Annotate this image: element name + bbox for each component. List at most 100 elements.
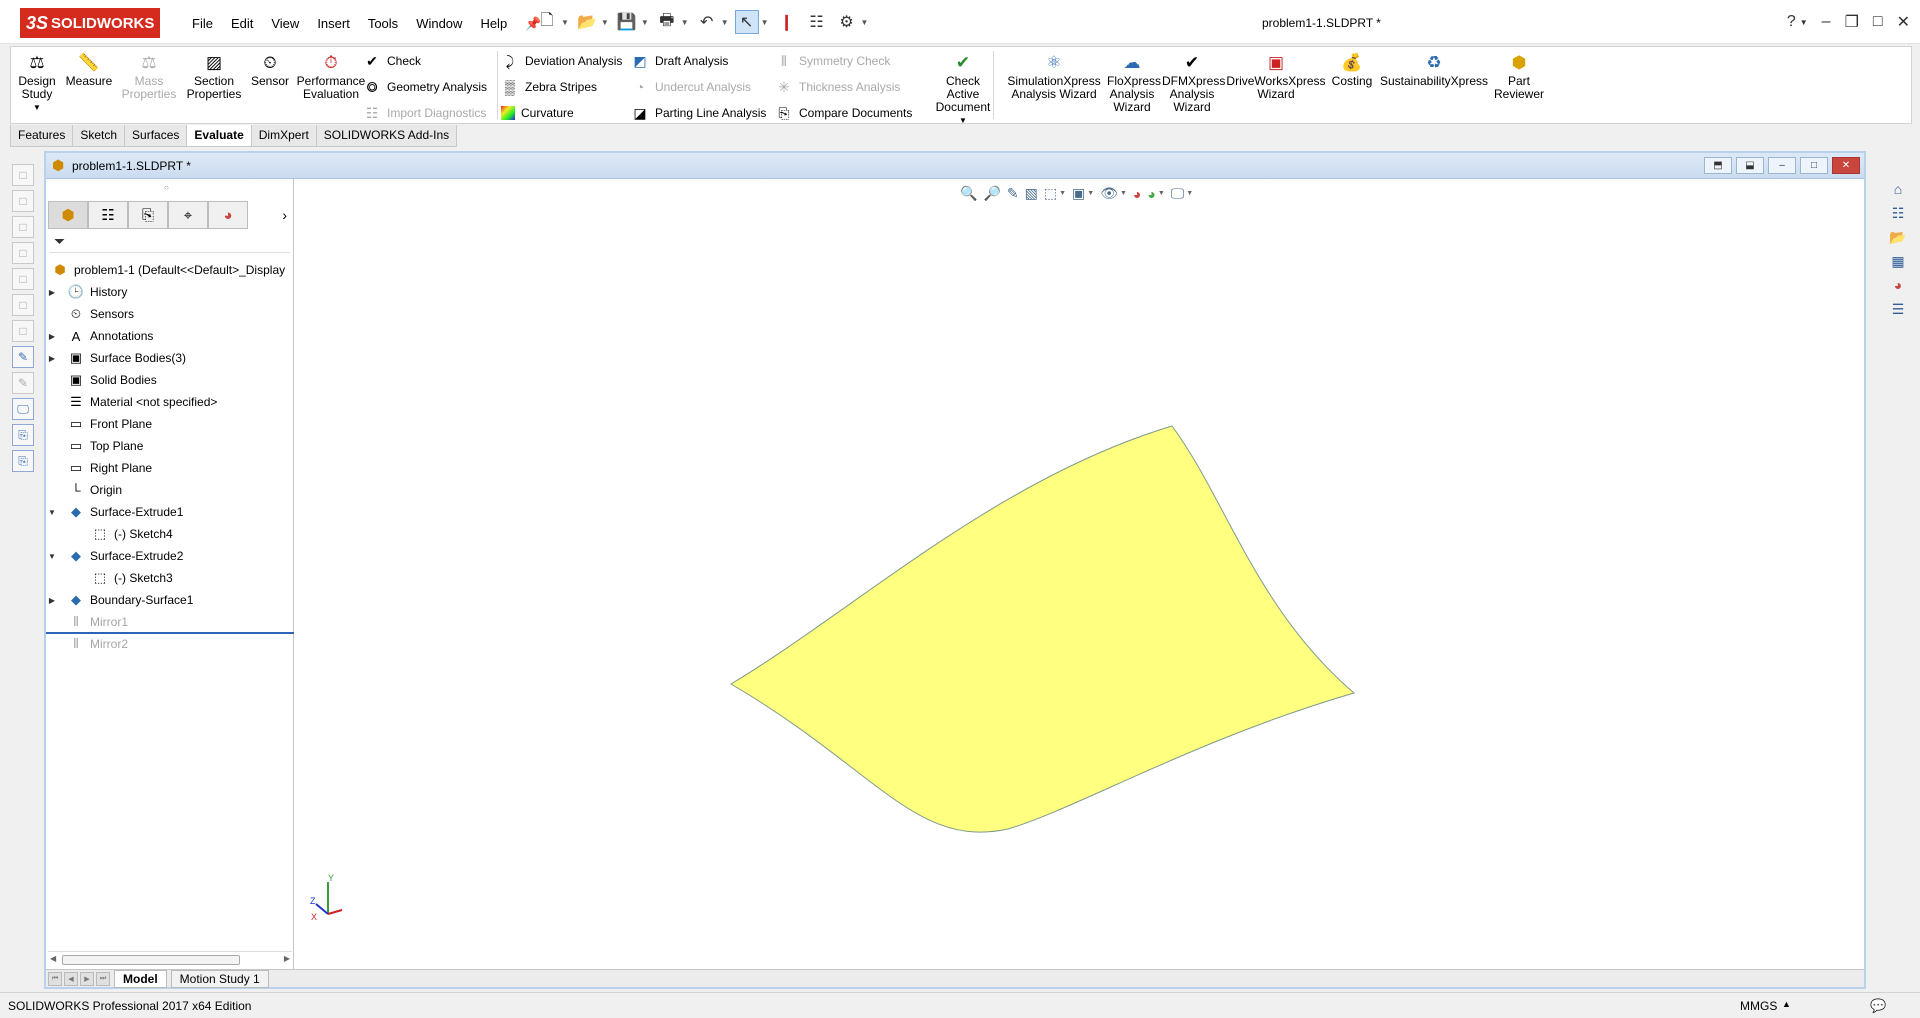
scrollbar-thumb[interactable]	[62, 955, 240, 965]
rollback-bar[interactable]	[46, 632, 294, 634]
undercut-analysis-button[interactable]: ◔ Undercut Analysis	[631, 76, 751, 98]
tree-item-right-plane[interactable]: ▭ Right Plane	[46, 457, 294, 479]
tree-item-material[interactable]: ☰ Material <not specified>	[46, 391, 294, 413]
chevron-right-icon[interactable]: ›	[282, 207, 287, 223]
import-diagnostics-button[interactable]: ☷ Import Diagnostics	[363, 102, 487, 124]
sustainabilityxpress-button[interactable]: ♻ SustainabilityXpress	[1379, 51, 1489, 88]
view-icon[interactable]: □	[12, 242, 34, 264]
file-explorer-icon[interactable]: 📂	[1887, 226, 1909, 248]
view-icon[interactable]: □	[12, 268, 34, 290]
tree-item-annotations[interactable]: ▶ A Annotations	[46, 325, 294, 347]
draft-analysis-button[interactable]: ◩ Draft Analysis	[631, 50, 728, 72]
simulationxpress-button[interactable]: ⚛ SimulationXpress Analysis Wizard	[999, 51, 1109, 101]
units-dropdown-icon[interactable]: ▲	[1782, 999, 1791, 1009]
open-icon[interactable]: 📂	[575, 10, 599, 34]
sketch-tool-icon[interactable]: ✎	[12, 346, 34, 368]
home-icon[interactable]: ⌂	[1887, 178, 1909, 200]
tooltip-icon[interactable]: 💬	[1870, 998, 1886, 1014]
display-icon[interactable]: 🖵	[12, 398, 34, 420]
expand-icon[interactable]: ▶	[46, 354, 58, 363]
tree-item-mirror1[interactable]: ⫴ Mirror1	[46, 611, 294, 633]
view-icon[interactable]: □	[12, 216, 34, 238]
part-reviewer-button[interactable]: ⬢ Part Reviewer	[1489, 51, 1549, 101]
costing-button[interactable]: 💰 Costing	[1327, 51, 1377, 88]
view-icon[interactable]: □	[12, 320, 34, 342]
design-library-icon[interactable]: ☷	[1887, 202, 1909, 224]
thickness-analysis-button[interactable]: ✳ Thickness Analysis	[775, 76, 900, 98]
expand-icon[interactable]: ▶	[46, 332, 58, 341]
sensor-button[interactable]: ⏲ Sensor	[249, 51, 291, 88]
save-dropdown-icon[interactable]: ▼	[641, 18, 649, 27]
tree-item-surface-bodies[interactable]: ▶ ▣ Surface Bodies(3)	[46, 347, 294, 369]
tab-dimxpert[interactable]: DimXpert	[250, 125, 317, 147]
check-button[interactable]: ✔ Check	[363, 50, 421, 72]
options-dropdown-icon[interactable]: ▼	[861, 18, 869, 27]
tree-item-front-plane[interactable]: ▭ Front Plane	[46, 413, 294, 435]
tab-surfaces[interactable]: Surfaces	[124, 125, 188, 147]
tree-item-boundary-surface1[interactable]: ▶ ◆ Boundary-Surface1	[46, 589, 294, 611]
splitter-handle-icon[interactable]: ○	[164, 183, 169, 192]
tree-item-surface-extrude1[interactable]: ▼ ◆ Surface-Extrude1	[46, 501, 294, 523]
mass-properties-button[interactable]: ⚖ Mass Properties	[119, 51, 179, 101]
view-icon[interactable]: □	[12, 190, 34, 212]
tree-item-solid-bodies[interactable]: ▣ Solid Bodies	[46, 369, 294, 391]
scroll-right-icon[interactable]: ▶	[284, 954, 290, 963]
open-dropdown-icon[interactable]: ▼	[601, 18, 609, 27]
deviation-analysis-button[interactable]: ⤸ Deviation Analysis	[501, 50, 623, 72]
tree-item-surface-extrude2[interactable]: ▼ ◆ Surface-Extrude2	[46, 545, 294, 567]
custom-properties-icon[interactable]: ☰	[1887, 298, 1909, 320]
expand-icon[interactable]: ▶	[46, 288, 58, 297]
maximize-icon[interactable]: □	[1873, 13, 1883, 31]
tab-motion-study-1[interactable]: Motion Study 1	[170, 969, 269, 988]
dimxpertmanager-tab-icon[interactable]: ⌖	[168, 201, 208, 229]
tree-root[interactable]: ⬢ problem1-1 (Default<<Default>_Display	[46, 259, 294, 281]
tree-item-origin[interactable]: └ Origin	[46, 479, 294, 501]
tab-evaluate[interactable]: Evaluate	[186, 125, 252, 147]
new-dropdown-icon[interactable]: ▼	[561, 18, 569, 27]
featuremanager-tab-icon[interactable]: ⬢	[48, 201, 88, 229]
expand-icon[interactable]: ▶	[46, 596, 58, 605]
curvature-button[interactable]: Curvature	[501, 102, 574, 124]
tree-item-sketch4[interactable]: ⬚ (-) Sketch4	[46, 523, 294, 545]
select-icon[interactable]: ↖	[734, 10, 759, 34]
configurationmanager-tab-icon[interactable]: ⎘	[128, 201, 168, 229]
new-document-icon[interactable]: 🗋	[535, 10, 559, 34]
design-study-button[interactable]: ⚖ Design Study ▼	[15, 51, 59, 114]
tree-item-sensors[interactable]: ⏲ Sensors	[46, 303, 294, 325]
view-icon[interactable]: □	[12, 294, 34, 316]
print-icon[interactable]: 🖶	[655, 10, 679, 34]
copy-icon[interactable]: ⎘	[12, 424, 34, 446]
tab-sketch[interactable]: Sketch	[72, 125, 126, 147]
minimize-icon[interactable]: –	[1768, 157, 1796, 174]
solidworks-logo[interactable]: 3S SOLIDWORKS	[20, 8, 160, 38]
minimize-icon[interactable]: –	[1822, 13, 1831, 31]
restore-icon[interactable]: ❐	[1845, 12, 1859, 32]
previous-tab-icon[interactable]: ◀	[64, 971, 78, 986]
horizontal-scrollbar[interactable]: ◀ ▶	[48, 951, 292, 967]
tab-model[interactable]: Model	[114, 969, 167, 988]
collapse-icon[interactable]: ▼	[46, 508, 58, 517]
symmetry-check-button[interactable]: ⫴ Symmetry Check	[775, 50, 890, 72]
filter-icon[interactable]: ⏷	[50, 233, 290, 253]
menu-view[interactable]: View	[262, 13, 308, 35]
section-properties-button[interactable]: ▨ Section Properties	[183, 51, 245, 101]
undo-dropdown-icon[interactable]: ▼	[721, 18, 729, 27]
tree-item-history[interactable]: ▶ 🕒 History	[46, 281, 294, 303]
close-icon[interactable]: ✕	[1832, 157, 1860, 174]
help-icon[interactable]: ?	[1787, 13, 1796, 31]
last-tab-icon[interactable]: ⏭	[96, 971, 110, 986]
options-icon[interactable]: ⚙	[835, 10, 859, 34]
displaymanager-tab-icon[interactable]: ◕	[208, 201, 248, 229]
units-selector[interactable]: MMGS	[1740, 999, 1777, 1013]
sketch-tool-icon[interactable]: ✎	[12, 372, 34, 394]
tree-item-top-plane[interactable]: ▭ Top Plane	[46, 435, 294, 457]
graphics-area[interactable]: 🔍 🔎 ✎ ▧ ⬚ ▼ ▣ ▼ 👁 ▼ ◕ ◕ ▼ 🖵 ▼ Y X Z	[296, 179, 1864, 969]
print-dropdown-icon[interactable]: ▼	[681, 18, 689, 27]
tile-vertical-icon[interactable]: ⬓	[1736, 157, 1764, 174]
view-icon[interactable]: □	[12, 164, 34, 186]
measure-button[interactable]: 📏 Measure	[65, 51, 113, 88]
driveworksxpress-button[interactable]: ▣ DriveWorksXpress Wizard	[1221, 51, 1331, 101]
menu-file[interactable]: File	[183, 13, 222, 35]
zebra-stripes-button[interactable]: ▒ Zebra Stripes	[501, 76, 597, 98]
next-tab-icon[interactable]: ▶	[80, 971, 94, 986]
